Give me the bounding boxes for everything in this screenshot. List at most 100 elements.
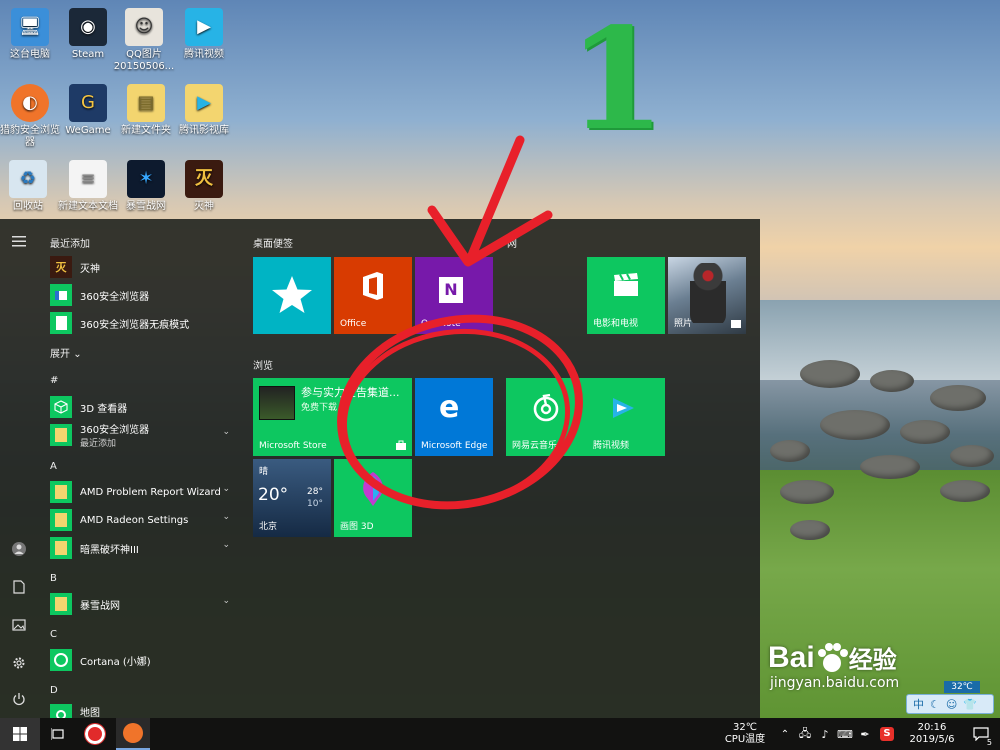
user-icon bbox=[12, 542, 26, 556]
cpu-temperature[interactable]: 32℃ CPU温度 bbox=[722, 722, 768, 746]
tile-label: 画图 3D bbox=[340, 522, 374, 532]
liebao-browser-icon: ◐ bbox=[11, 84, 49, 122]
rock bbox=[820, 410, 890, 440]
desktop-icon-tencent-library[interactable]: ▶ 腾讯影视库 bbox=[172, 84, 236, 137]
desktop-icon-tencent-video[interactable]: ▶ 腾讯视频 bbox=[172, 8, 236, 61]
rock bbox=[950, 445, 994, 467]
pictures-button[interactable] bbox=[0, 607, 38, 643]
app-item-diablo3[interactable]: 暗黑破坏神III ⌄ bbox=[50, 536, 236, 560]
tile-onenote[interactable]: N OneNote bbox=[415, 257, 493, 334]
taskbar-app-liebao[interactable] bbox=[116, 718, 150, 750]
app-item-3d-viewer[interactable]: 3D 查看器 bbox=[50, 395, 236, 419]
tile-office[interactable]: Office bbox=[334, 257, 412, 334]
app-item-360-browser[interactable]: 360安全浏览器 bbox=[50, 283, 236, 307]
section-letter[interactable]: C bbox=[50, 629, 57, 640]
gear-icon bbox=[13, 657, 25, 669]
weather-high: 28° bbox=[307, 487, 323, 497]
tile-netease-music[interactable]: 网易云音乐 腾讯视频 bbox=[506, 378, 665, 456]
start-button[interactable] bbox=[0, 718, 40, 750]
clock[interactable]: 20:16 2019/5/6 bbox=[900, 722, 964, 746]
chevron-down-icon[interactable]: ⌄ bbox=[222, 512, 230, 522]
baidu-url: jingyan.baidu.com bbox=[770, 675, 900, 691]
desktop-icon-qq-picture[interactable]: ☺ QQ图片20150506... bbox=[112, 8, 176, 73]
action-center-button[interactable]: 5 bbox=[966, 718, 996, 750]
power-button[interactable] bbox=[0, 681, 38, 717]
user-account-button[interactable] bbox=[0, 531, 38, 567]
network-icon[interactable]: 🖧 bbox=[796, 718, 814, 750]
tile-edge[interactable]: e Microsoft Edge bbox=[415, 378, 493, 456]
section-letter[interactable]: B bbox=[50, 573, 57, 584]
app-text: 360安全浏览器 最近添加 bbox=[80, 421, 149, 449]
section-letter[interactable]: # bbox=[50, 375, 58, 386]
desktop-icon-label: 回收站 bbox=[13, 201, 43, 212]
chevron-down-icon[interactable]: ⌄ bbox=[222, 484, 230, 494]
settings-button[interactable] bbox=[0, 645, 38, 681]
baidu-brand: Bai bbox=[768, 640, 815, 674]
folder-icon bbox=[50, 537, 72, 559]
tile-label: 北京 bbox=[259, 522, 278, 532]
tile-label: 电影和电视 bbox=[593, 319, 639, 329]
volume-icon[interactable]: ♪ bbox=[816, 718, 834, 750]
office-icon bbox=[363, 272, 383, 300]
chevron-down-icon[interactable]: ⌄ bbox=[222, 427, 230, 437]
desktop-icon-this-pc[interactable]: 🖥 这台电脑 bbox=[0, 8, 62, 61]
tile-group-header[interactable]: 桌面便签 bbox=[253, 235, 293, 250]
tile-group-header[interactable]: 网 bbox=[507, 235, 517, 250]
tencent-video-icon bbox=[613, 398, 634, 418]
windows-icon bbox=[13, 727, 27, 741]
computer-icon: 🖥 bbox=[11, 8, 49, 46]
app-item-amd-report[interactable]: AMD Problem Report Wizard ⌄ bbox=[50, 480, 236, 504]
section-letter[interactable]: D bbox=[50, 685, 58, 696]
tile-microsoft-store[interactable]: 参与实力宣告集道... 免费下载 Microsoft Store bbox=[253, 378, 412, 456]
expand-button[interactable]: 展开 ⌄ bbox=[50, 345, 82, 360]
tile-weather[interactable]: 晴 20° 28° 10° 北京 bbox=[253, 459, 331, 537]
rock bbox=[900, 420, 950, 444]
folder-icon bbox=[50, 481, 72, 503]
app-item-maps[interactable]: 地图 bbox=[50, 704, 236, 718]
taskbar-app-netease[interactable] bbox=[78, 718, 112, 750]
desktop-icon-new-folder[interactable]: ▤ 新建文件夹 bbox=[114, 84, 178, 137]
keyboard-icon[interactable]: ⌨ bbox=[836, 718, 854, 750]
hamburger-menu-button[interactable] bbox=[0, 223, 38, 259]
folder-icon: ▤ bbox=[127, 84, 165, 122]
pen-icon[interactable]: ✒ bbox=[856, 718, 874, 750]
steam-icon: ◉ bbox=[69, 8, 107, 46]
app-item-mieshen[interactable]: 灭 灭神 bbox=[50, 255, 236, 279]
app-item-battle-net[interactable]: 暴雪战网 ⌄ bbox=[50, 592, 236, 616]
tile-photos[interactable]: 照片 bbox=[668, 257, 746, 334]
tile-label: 腾讯视频 bbox=[593, 441, 630, 451]
sogou-ime-icon[interactable]: S bbox=[878, 718, 896, 750]
documents-button[interactable] bbox=[0, 569, 38, 605]
chevron-down-icon[interactable]: ⌄ bbox=[222, 540, 230, 550]
app-name: AMD Problem Report Wizard bbox=[80, 486, 221, 498]
app-item-cortana[interactable]: Cortana (小娜) bbox=[50, 648, 236, 672]
desktop-icon-wegame[interactable]: G WeGame bbox=[56, 84, 120, 137]
desktop-icon-recycle-bin[interactable]: ♻ 回收站 bbox=[0, 160, 60, 213]
tile-group-header[interactable]: 浏览 bbox=[253, 357, 273, 372]
app-name: AMD Radeon Settings bbox=[80, 514, 189, 526]
app-item-360-browser-private[interactable]: 360安全浏览器无痕模式 bbox=[50, 311, 236, 335]
desktop-icon-liebao-browser[interactable]: ◐ 猎豹安全浏览器 bbox=[0, 84, 62, 149]
section-letter[interactable]: A bbox=[50, 461, 57, 472]
desktop-icon-mieshen[interactable]: 灭 灭神 bbox=[172, 160, 236, 213]
chevron-up-icon[interactable]: ⌃ bbox=[776, 718, 794, 750]
tile-label: 照片 bbox=[674, 319, 693, 329]
weather-low: 10° bbox=[307, 499, 323, 509]
app-item-amd-radeon[interactable]: AMD Radeon Settings ⌄ bbox=[50, 508, 236, 532]
tile-paint-3d[interactable]: 画图 3D bbox=[334, 459, 412, 537]
desktop-icon-new-text[interactable]: ≡ 新建文本文档 bbox=[56, 160, 120, 213]
weather-condition: 晴 bbox=[259, 467, 269, 477]
app-item-360-browser-folder[interactable]: 360安全浏览器 最近添加 ⌄ bbox=[50, 421, 236, 449]
rock bbox=[860, 455, 920, 479]
desktop-icon-steam[interactable]: ◉ Steam bbox=[56, 8, 120, 61]
clock-date: 2019/5/6 bbox=[909, 734, 955, 745]
desktop-icon-battle-net[interactable]: ✶ 暴雪战网 bbox=[114, 160, 178, 213]
task-view-button[interactable] bbox=[42, 718, 74, 750]
tile-label: Microsoft Edge bbox=[421, 441, 488, 451]
rock bbox=[870, 370, 914, 392]
chevron-down-icon[interactable]: ⌄ bbox=[222, 596, 230, 606]
tile-movies-tv[interactable]: 电影和电视 bbox=[587, 257, 665, 334]
tile-label: Office bbox=[340, 319, 367, 329]
tile-sticky-notes[interactable] bbox=[253, 257, 331, 334]
desktop-icon-label: 新建文件夹 bbox=[121, 125, 171, 136]
